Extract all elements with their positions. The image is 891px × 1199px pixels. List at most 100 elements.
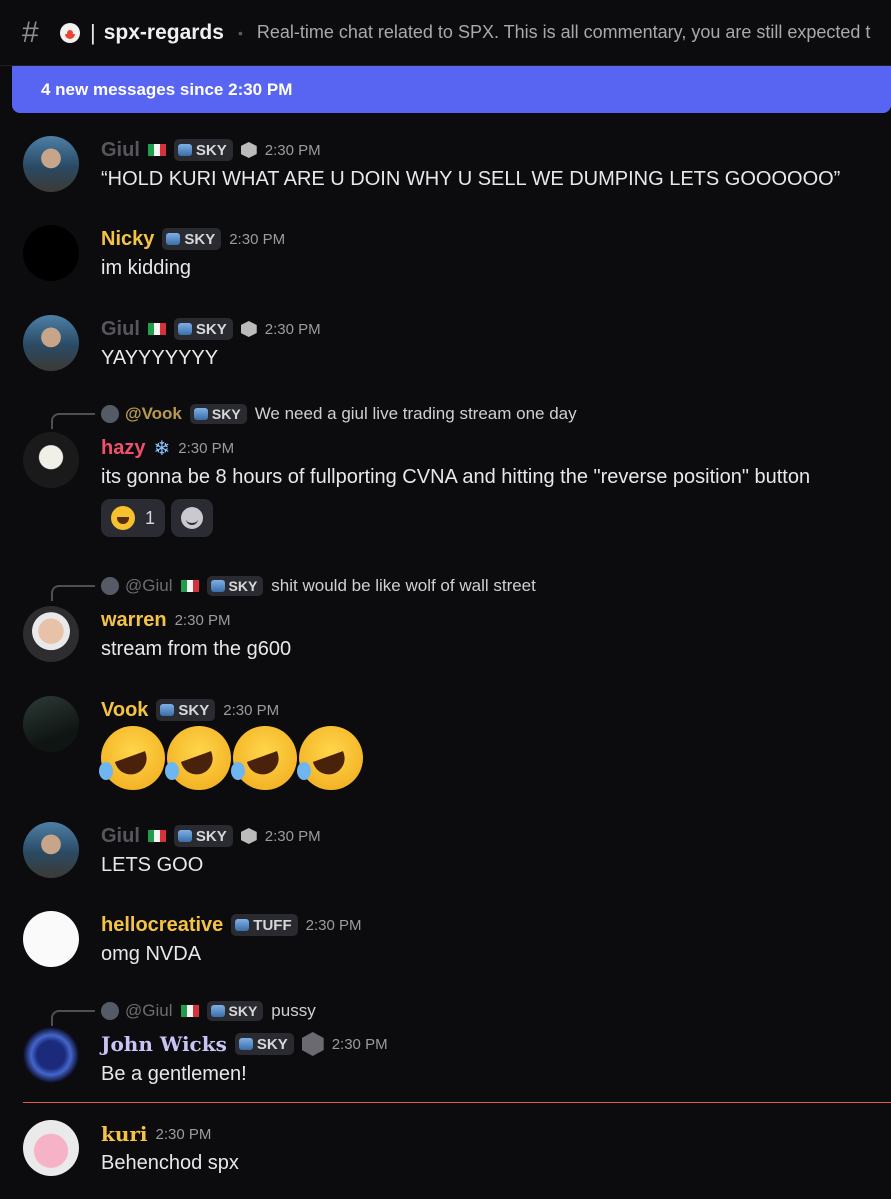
add-reaction-button[interactable] (171, 499, 214, 537)
topic-separator-dot: • (237, 24, 243, 41)
role-tag-label: SKY (195, 827, 227, 845)
rofl-emoji-icon[interactable] (231, 726, 297, 790)
role-tag-label: SKY (178, 701, 210, 719)
timestamp[interactable]: 2:30 PM (265, 321, 321, 338)
username[interactable]: hellocreative (101, 914, 223, 937)
tag-icon (160, 704, 175, 716)
boost-badge-icon[interactable] (240, 142, 257, 158)
reply-text: shit would be like wolf of wall street (271, 576, 536, 595)
avatar[interactable] (23, 1027, 79, 1083)
rofl-emoji-icon (111, 506, 135, 530)
reply-text: pussy (271, 1001, 316, 1020)
username[interactable]: Vook (101, 699, 148, 722)
italy-flag-icon (147, 144, 166, 156)
role-tag[interactable]: TUFF (231, 914, 298, 936)
role-tag[interactable]: SKY (206, 1001, 264, 1021)
username[interactable]: warren (101, 609, 167, 632)
message-text: “HOLD KURI WHAT ARE U DOIN WHY U SELL WE… (101, 168, 841, 190)
rofl-emoji-icon[interactable] (297, 726, 363, 790)
timestamp[interactable]: 2:30 PM (306, 917, 362, 934)
tag-icon (210, 1005, 225, 1017)
rofl-emoji-icon[interactable] (99, 726, 165, 790)
timestamp[interactable]: 2:30 PM (223, 702, 279, 719)
role-tag[interactable]: SKY (173, 318, 233, 340)
username[interactable]: hazy (101, 437, 145, 460)
username[interactable]: Giul (101, 139, 140, 162)
username[interactable]: John Wicks (101, 1032, 227, 1056)
avatar[interactable] (23, 911, 79, 967)
rofl-emoji-icon[interactable] (165, 726, 231, 790)
username[interactable]: Nicky (101, 228, 154, 251)
channel-name[interactable]: spx-regards (104, 21, 224, 45)
message-text: stream from the g600 (101, 638, 292, 660)
reply-avatar (101, 1002, 119, 1020)
timestamp[interactable]: 2:30 PM (265, 142, 321, 159)
reply-spine (51, 413, 95, 429)
reply-author[interactable]: @Giul (125, 576, 173, 596)
reply-preview[interactable]: @Giul SKY shit would be like wolf of wal… (101, 576, 536, 596)
reply-avatar (101, 405, 119, 423)
reaction-bar: 1 (101, 499, 219, 537)
tag-icon (166, 233, 181, 245)
boost-badge-icon[interactable] (240, 828, 257, 844)
reply-author[interactable]: @Giul (125, 1001, 173, 1021)
avatar[interactable] (23, 225, 79, 281)
tag-icon (193, 408, 208, 420)
role-tag-label: SKY (228, 1003, 258, 1019)
avatar[interactable] (23, 606, 79, 662)
avatar[interactable] (23, 696, 79, 752)
clown-emoji-icon (60, 22, 80, 43)
boost-badge-icon[interactable] (240, 321, 257, 337)
role-tag-label: SKY (211, 406, 241, 422)
reply-author[interactable]: @Vook (125, 404, 182, 424)
timestamp[interactable]: 2:30 PM (265, 828, 321, 845)
role-tag-label: SKY (195, 320, 227, 338)
username[interactable]: Giul (101, 318, 140, 341)
message-text: YAYYYYYYY (101, 347, 219, 369)
role-tag[interactable]: SKY (162, 228, 222, 250)
reply-text: We need a giul live trading stream one d… (254, 404, 577, 423)
tag-icon (177, 323, 192, 335)
boost-badge-icon[interactable] (301, 1032, 324, 1056)
timestamp[interactable]: 2:30 PM (229, 231, 285, 248)
timestamp[interactable]: 2:30 PM (178, 440, 234, 457)
message-text: Be a gentlemen! (101, 1063, 247, 1085)
avatar[interactable] (23, 432, 79, 488)
italy-flag-icon (147, 323, 166, 335)
role-tag[interactable]: SKY (189, 404, 247, 424)
avatar[interactable] (23, 136, 79, 192)
username[interactable]: Giul (101, 825, 140, 848)
tag-icon (210, 580, 225, 592)
message-text: Behenchod spx (101, 1152, 239, 1174)
timestamp[interactable]: 2:30 PM (332, 1036, 388, 1053)
tag-icon (177, 830, 192, 842)
avatar[interactable] (23, 822, 79, 878)
reaction-count: 1 (145, 507, 156, 528)
italy-flag-icon (180, 1005, 199, 1017)
reply-preview[interactable]: @Vook SKY We need a giul live trading st… (101, 404, 577, 424)
tag-icon (238, 1038, 253, 1050)
avatar[interactable] (23, 1120, 79, 1176)
timestamp[interactable]: 2:30 PM (175, 612, 231, 629)
role-tag[interactable]: SKY (156, 699, 216, 721)
italy-flag-icon (147, 830, 166, 842)
new-messages-label: 4 new messages since 2:30 PM (41, 79, 293, 99)
channel-header: # | spx-regards • Real-time chat related… (0, 0, 891, 66)
channel-topic[interactable]: Real-time chat related to SPX. This is a… (257, 22, 871, 43)
role-tag[interactable]: SKY (234, 1033, 294, 1055)
role-tag[interactable]: SKY (206, 576, 264, 596)
snowflake-icon: ❄ (153, 437, 171, 460)
message-text: LETS GOO (101, 854, 204, 876)
username[interactable]: kuri (101, 1122, 148, 1146)
new-messages-bar[interactable]: 4 new messages since 2:30 PM (12, 66, 891, 113)
reply-preview[interactable]: @Giul SKY pussy (101, 1001, 316, 1021)
message-text: im kidding (101, 257, 192, 279)
hashtag-icon: # (22, 15, 39, 49)
avatar[interactable] (23, 315, 79, 371)
timestamp[interactable]: 2:30 PM (156, 1126, 212, 1143)
tag-icon (235, 919, 250, 931)
role-tag[interactable]: SKY (173, 825, 233, 847)
role-tag-label: SKY (228, 578, 258, 594)
reaction-rofl[interactable]: 1 (101, 499, 166, 537)
role-tag[interactable]: SKY (173, 139, 233, 161)
